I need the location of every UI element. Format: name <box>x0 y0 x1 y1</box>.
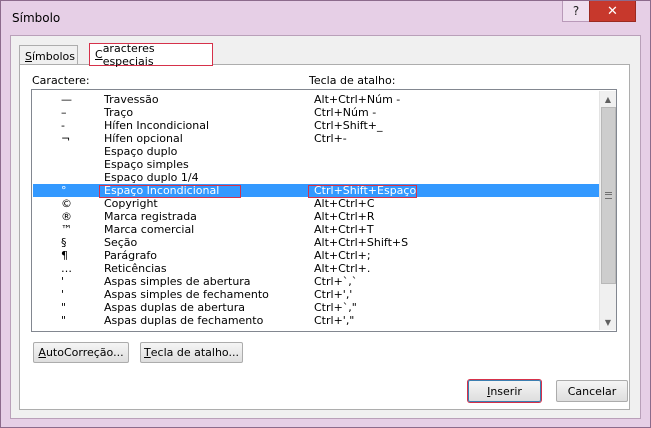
tab-special-label: aracteres especiais <box>102 41 155 68</box>
list-item[interactable]: ™ Marca comercial Alt+Ctrl+T <box>33 223 599 236</box>
cancel-button[interactable]: Cancelar <box>556 380 628 402</box>
list-item-shortcut: Alt+Ctrl+Núm - <box>314 93 401 106</box>
list-item-shortcut: Ctrl+',' <box>314 288 353 301</box>
column-header-shortcut: Tecla de atalho: <box>309 74 396 87</box>
list-item[interactable]: ' Aspas simples de fechamento Ctrl+',' <box>33 288 599 301</box>
list-item-character: " <box>61 301 67 314</box>
list-item[interactable]: ® Marca registrada Alt+Ctrl+R <box>33 210 599 223</box>
list-item[interactable]: § Seção Alt+Ctrl+Shift+S <box>33 236 599 249</box>
list-item-character: ' <box>61 288 65 301</box>
list-item-character: ¬ <box>61 132 71 145</box>
scroll-down-arrow-icon[interactable]: ▼ <box>600 314 616 330</box>
title-bar[interactable]: Símbolo ? ✕ <box>1 1 650 35</box>
window-title: Símbolo <box>12 11 61 25</box>
list-item-shortcut: Ctrl+`," <box>314 301 357 314</box>
list-item-name: Seção <box>104 236 138 249</box>
symbol-dialog: Símbolo ? ✕ Símbolos Caracteres especiai… <box>0 0 651 428</box>
list-item[interactable]: Espaço simples <box>33 158 599 171</box>
list-item-shortcut: Ctrl+- <box>314 132 347 145</box>
list-item-name: Hífen opcional <box>104 132 183 145</box>
list-item-shortcut: Ctrl+`,` <box>314 275 358 288</box>
autocorrect-button[interactable]: AutoCorreção... <box>33 342 129 363</box>
list-item-shortcut: Alt+Ctrl+Shift+S <box>314 236 409 249</box>
list-item-character: ™ <box>61 223 72 236</box>
list-item-name: Hífen Incondicional <box>104 119 210 132</box>
list-item[interactable]: ‑ Hífen Incondicional Ctrl+Shift+_ <box>33 119 599 132</box>
list-item[interactable]: © Copyright Alt+Ctrl+C <box>33 197 599 210</box>
list-item-name: Espaço simples <box>104 158 189 171</box>
list-item-character: — <box>61 93 72 106</box>
list-item-shortcut: Alt+Ctrl+R <box>314 210 375 223</box>
list-item-character: ' <box>61 275 65 288</box>
list-item-shortcut: Alt+Ctrl+; <box>314 249 371 262</box>
list-item[interactable]: ¶ Parágrafo Alt+Ctrl+; <box>33 249 599 262</box>
list-item-name: Aspas duplas de fechamento <box>104 314 264 327</box>
list-item-name: Marca comercial <box>104 223 195 236</box>
grip-icon <box>605 192 612 199</box>
list-item-shortcut: Alt+Ctrl+. <box>314 262 371 275</box>
insert-label: nserir <box>490 384 522 398</box>
list-item-name: Aspas duplas de abertura <box>104 301 245 314</box>
special-characters-list[interactable]: — Travessão Alt+Ctrl+Núm - – Traço Ctrl+Núm -… <box>31 89 617 332</box>
shortcut-key-button[interactable]: Tecla de atalho... <box>140 342 243 363</box>
scroll-thumb[interactable] <box>601 107 616 284</box>
list-item-name: Travessão <box>104 93 159 106</box>
tab-symbols[interactable]: Símbolos <box>19 45 78 66</box>
list-item[interactable]: Espaço duplo <box>33 145 599 158</box>
list-item-character: " <box>61 314 67 327</box>
list-item-character: ¶ <box>61 249 68 262</box>
help-icon: ? <box>572 4 580 18</box>
list-item-character: … <box>61 262 72 275</box>
list-item-shortcut: Ctrl+'," <box>314 314 355 327</box>
list-item-character: – <box>61 106 67 119</box>
list-item-name: Marca registrada <box>104 210 197 223</box>
tab-symbols-label: ímbolos <box>31 49 75 63</box>
list-item-name: Espaço duplo 1/4 <box>104 171 199 184</box>
list-item[interactable]: — Travessão Alt+Ctrl+Núm - <box>33 93 599 106</box>
shortcut-key-label: ecla de atalho... <box>150 346 239 359</box>
autocorrect-accel: A <box>38 346 46 359</box>
list-item-character: © <box>61 197 72 210</box>
list-item[interactable]: ¬ Hífen opcional Ctrl+- <box>33 132 599 145</box>
list-item-name: Reticências <box>104 262 167 275</box>
list-item-shortcut: Ctrl+Shift+_ <box>314 119 383 132</box>
list-item[interactable]: … Reticências Alt+Ctrl+. <box>33 262 599 275</box>
list-item-name: Espaço Incondicional <box>104 184 220 197</box>
list-item-name: Aspas simples de abertura <box>104 275 251 288</box>
help-button[interactable]: ? <box>562 1 590 22</box>
tab-special-accel: C <box>95 48 103 61</box>
list-item-shortcut: Ctrl+Núm - <box>314 106 377 119</box>
list-item-shortcut: Ctrl+Shift+Espaço <box>314 184 417 197</box>
list-item[interactable]: " Aspas duplas de fechamento Ctrl+'," <box>33 314 599 327</box>
list-item-name: Espaço duplo <box>104 145 178 158</box>
list-item[interactable]: ' Aspas simples de abertura Ctrl+`,` <box>33 275 599 288</box>
list-item-character: ° <box>61 184 67 197</box>
list-item-shortcut: Alt+Ctrl+C <box>314 197 375 210</box>
list-item-shortcut: Alt+Ctrl+T <box>314 223 374 236</box>
list-item-character: ® <box>61 210 72 223</box>
list-item[interactable]: Espaço duplo 1/4 <box>33 171 599 184</box>
autocorrect-label: utoCorreção... <box>45 346 124 359</box>
insert-button[interactable]: Inserir <box>468 380 541 402</box>
list-item-name: Aspas simples de fechamento <box>104 288 269 301</box>
list-item[interactable]: ° Espaço Incondicional Ctrl+Shift+Espaço <box>33 184 599 197</box>
list-item[interactable]: " Aspas duplas de abertura Ctrl+`," <box>33 301 599 314</box>
scroll-up-arrow-icon[interactable]: ▲ <box>600 91 616 107</box>
list-item-name: Traço <box>104 106 134 119</box>
dialog-body: Símbolos Caracteres especiais Caractere:… <box>10 35 641 419</box>
tab-special-characters[interactable]: Caracteres especiais <box>89 41 213 68</box>
tab-symbols-accel: S <box>25 49 32 63</box>
vertical-scrollbar[interactable]: ▲ ▼ <box>599 91 616 330</box>
list-item-character: ‑ <box>61 119 65 132</box>
list-item-name: Parágrafo <box>104 249 157 262</box>
list-rows: — Travessão Alt+Ctrl+Núm - – Traço Ctrl+Núm -… <box>33 93 599 327</box>
shortcut-key-accel: T <box>144 346 151 359</box>
special-characters-panel: Caractere: Tecla de atalho: — Travessão Al… <box>19 64 630 410</box>
list-item[interactable]: – Traço Ctrl+Núm - <box>33 106 599 119</box>
list-item-name: Copyright <box>104 197 158 210</box>
close-button[interactable]: ✕ <box>589 1 636 22</box>
column-header-character: Caractere: <box>32 74 90 87</box>
list-item-character: § <box>61 236 67 249</box>
close-icon: ✕ <box>607 3 618 19</box>
